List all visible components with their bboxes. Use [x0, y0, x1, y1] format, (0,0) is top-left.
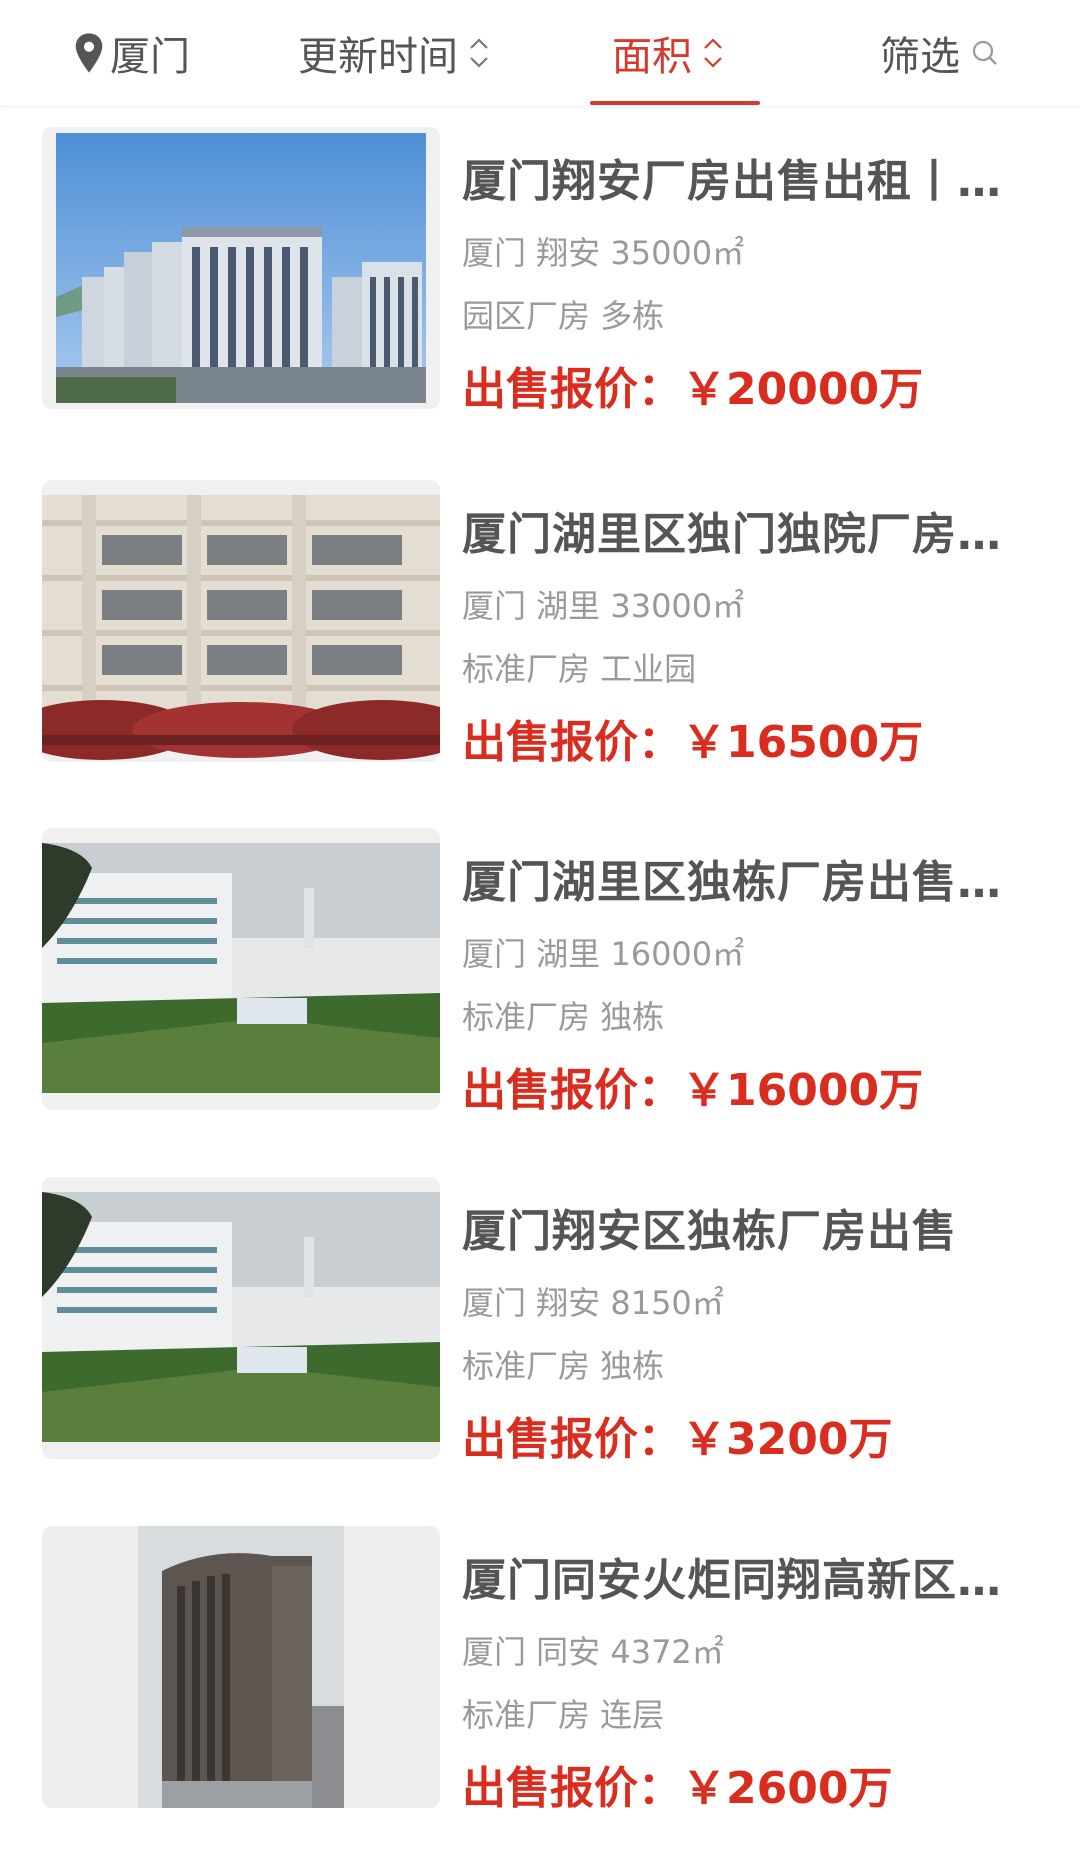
factory-photo-3	[42, 843, 440, 1093]
listing-info: 厦门翔安区独栋厂房出售 厦门 翔安 8150㎡ 标准厂房 独栋 出售报价：￥32…	[462, 1177, 1040, 1465]
listing-info: 厦门同安火炬同翔高新区… 厦门 同安 4372㎡ 标准厂房 连层 出售报价：￥2…	[462, 1526, 1040, 1814]
listing-card[interactable]: 厦门翔安区独栋厂房出售 厦门 翔安 8150㎡ 标准厂房 独栋 出售报价：￥32…	[42, 1177, 1040, 1465]
listing-price: 出售报价：￥3200万	[462, 1414, 893, 1465]
listing-info: 厦门翔安厂房出售出租丨… 厦门 翔安 35000㎡ 园区厂房 多栋 出售报价：￥…	[462, 127, 1040, 415]
listing-photo	[42, 1177, 440, 1459]
listing-card[interactable]: 厦门湖里区独门独院厂房… 厦门 湖里 33000㎡ 标准厂房 工业园 出售报价：…	[42, 480, 1040, 768]
listing-price: 出售报价：￥20000万	[462, 364, 924, 415]
listing-location: 厦门 翔安 35000㎡	[462, 234, 745, 272]
listing-card[interactable]: 厦门湖里区独栋厂房出售… 厦门 湖里 16000㎡ 标准厂房 独栋 出售报价：￥…	[42, 828, 1040, 1116]
listing-photo	[42, 480, 440, 762]
sort-area[interactable]: 面积	[590, 0, 760, 105]
listing-tags: 标准厂房 独栋	[462, 1347, 665, 1385]
listing-price: 出售报价：￥2600万	[462, 1763, 893, 1814]
listing-tags: 标准厂房 独栋	[462, 998, 665, 1036]
listing-title: 厦门翔安厂房出售出租丨…	[462, 156, 1002, 207]
search-icon	[972, 40, 997, 65]
sort-update-time[interactable]: 更新时间	[298, 0, 490, 105]
listing-title: 厦门同安火炬同翔高新区…	[462, 1555, 1002, 1606]
filter-button-label: 筛选	[880, 33, 960, 80]
sort-area-label: 面积	[612, 33, 692, 80]
filter-bar: 厦门 更新时间 面积 筛选	[0, 0, 1080, 105]
filter-button[interactable]: 筛选	[880, 0, 1000, 105]
factory-photo-2	[42, 495, 440, 760]
city-filter-label: 厦门	[110, 33, 190, 80]
factory-photo-4	[42, 1192, 440, 1442]
sort-update-time-label: 更新时间	[298, 33, 458, 80]
listing-location: 厦门 同安 4372㎡	[462, 1633, 724, 1671]
listing-title: 厦门湖里区独门独院厂房…	[462, 509, 1002, 560]
location-pin-icon	[75, 32, 103, 73]
listing-tags: 园区厂房 多栋	[462, 297, 665, 335]
sort-updown-icon	[704, 37, 722, 68]
sort-updown-icon	[470, 37, 488, 68]
listing-location: 厦门 湖里 16000㎡	[462, 935, 745, 973]
listing-photo	[42, 1526, 440, 1808]
listing-price: 出售报价：￥16000万	[462, 1065, 924, 1116]
listing-price: 出售报价：￥16500万	[462, 717, 924, 768]
listing-location: 厦门 湖里 33000㎡	[462, 587, 745, 625]
listing-photo	[42, 828, 440, 1110]
listing-photo	[42, 127, 440, 409]
city-filter[interactable]: 厦门	[72, 0, 190, 105]
listing-title: 厦门翔安区独栋厂房出售	[462, 1206, 957, 1257]
factory-photo-1	[56, 133, 426, 403]
listing-info: 厦门湖里区独门独院厂房… 厦门 湖里 33000㎡ 标准厂房 工业园 出售报价：…	[462, 480, 1040, 768]
listing-card[interactable]: 厦门同安火炬同翔高新区… 厦门 同安 4372㎡ 标准厂房 连层 出售报价：￥2…	[42, 1526, 1040, 1814]
listing-card[interactable]: 厦门翔安厂房出售出租丨… 厦门 翔安 35000㎡ 园区厂房 多栋 出售报价：￥…	[42, 127, 1040, 415]
listing-location: 厦门 翔安 8150㎡	[462, 1284, 724, 1322]
listing-tags: 标准厂房 连层	[462, 1696, 665, 1734]
active-tab-indicator	[590, 101, 760, 105]
listing-info: 厦门湖里区独栋厂房出售… 厦门 湖里 16000㎡ 标准厂房 独栋 出售报价：￥…	[462, 828, 1040, 1116]
factory-photo-5	[42, 1526, 440, 1808]
listing-title: 厦门湖里区独栋厂房出售…	[462, 857, 1002, 908]
listing-tags: 标准厂房 工业园	[462, 650, 697, 688]
